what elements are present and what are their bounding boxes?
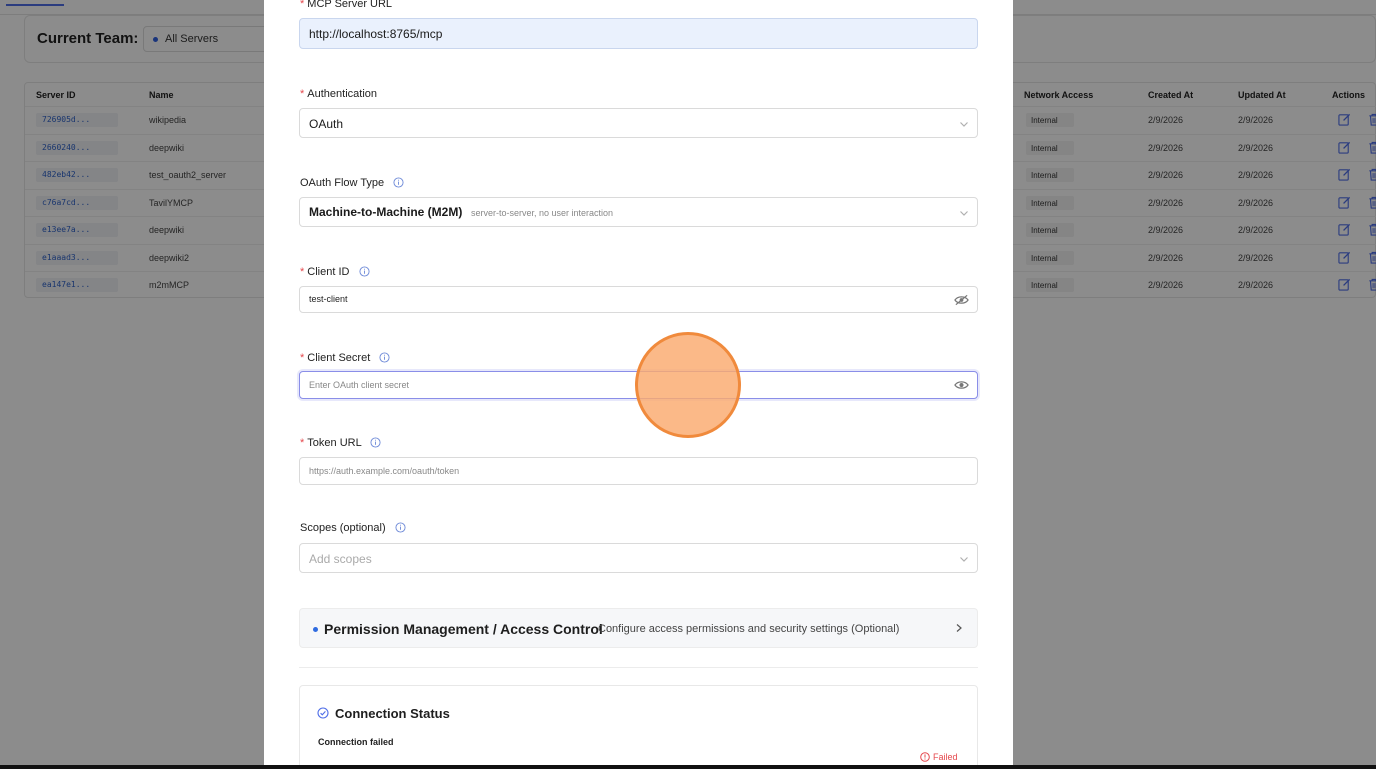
connection-message: Connection failed	[318, 737, 394, 747]
oauth-flow-label: OAuth Flow Type	[300, 177, 404, 189]
cursor-highlight	[635, 332, 741, 438]
client-secret-placeholder: Enter OAuth client secret	[309, 380, 410, 390]
connection-status-panel: Connection Status Connection failed Fail…	[299, 685, 978, 765]
permission-title: Permission Management / Access Control	[324, 621, 603, 637]
permission-dot	[313, 627, 318, 632]
permission-subtitle: Configure access permissions and securit…	[598, 623, 900, 635]
client-secret-label: * Client Secret	[300, 352, 390, 364]
token-url-input[interactable]: https://auth.example.com/oauth/token	[299, 457, 978, 485]
scopes-select[interactable]: Add scopes	[299, 543, 978, 573]
connection-status-title: Connection Status	[335, 706, 450, 721]
info-icon	[358, 266, 370, 277]
authentication-value: OAuth	[309, 117, 344, 131]
oauth-flow-select[interactable]: Machine-to-Machine (M2M) server-to-serve…	[299, 197, 978, 227]
client-id-input[interactable]: test-client	[299, 286, 978, 313]
permission-management-panel[interactable]: Permission Management / Access Control C…	[299, 608, 978, 648]
eye-off-icon[interactable]	[954, 294, 969, 306]
info-icon	[379, 352, 390, 363]
chevron-down-icon	[960, 122, 968, 127]
oauth-flow-hint: server-to-server, no user interaction	[471, 208, 614, 218]
bottom-edge-bar	[0, 765, 1376, 769]
info-icon	[370, 437, 381, 448]
alert-circle-icon	[920, 752, 930, 762]
scopes-label: Scopes (optional)	[300, 522, 406, 534]
oauth-flow-value: Machine-to-Machine (M2M)	[309, 205, 463, 219]
chevron-down-icon	[960, 557, 968, 562]
token-url-label: * Token URL	[300, 437, 381, 449]
eye-icon[interactable]	[954, 379, 969, 391]
mcp-url-label: * MCP Server URL	[300, 0, 393, 10]
connection-failed-badge: Failed	[920, 752, 958, 762]
chevron-right-icon	[956, 624, 962, 632]
token-url-placeholder: https://auth.example.com/oauth/token	[309, 466, 460, 476]
scopes-placeholder: Add scopes	[309, 552, 372, 566]
section-divider	[299, 667, 978, 668]
mcp-url-value: http://localhost:8765/mcp	[309, 27, 443, 41]
client-id-value: test-client	[309, 294, 348, 304]
chevron-down-icon	[960, 211, 968, 216]
info-icon	[393, 177, 404, 188]
authentication-label: * Authentication	[300, 88, 377, 100]
check-circle-icon	[317, 707, 329, 719]
mcp-url-input[interactable]: http://localhost:8765/mcp	[299, 18, 978, 49]
info-icon	[395, 522, 406, 533]
authentication-select[interactable]: OAuth	[299, 108, 978, 138]
client-id-label: * Client ID	[300, 266, 370, 278]
